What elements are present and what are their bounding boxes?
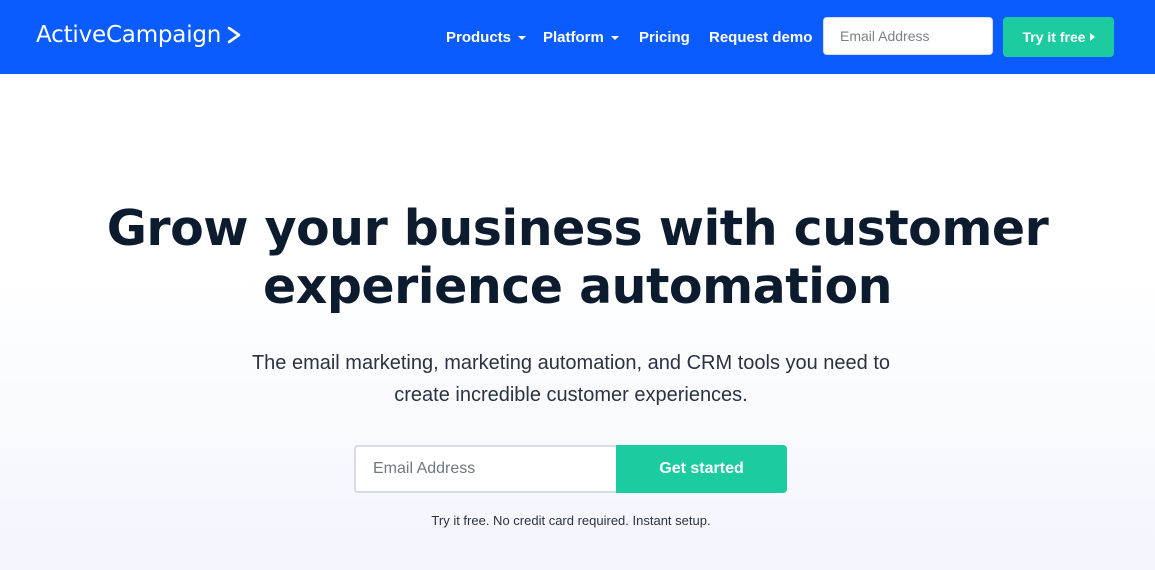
header-email-input[interactable] <box>823 17 993 55</box>
hero-subtext: The email marketing, marketing automatio… <box>0 347 1142 411</box>
top-navbar: ActiveCampaign Products Platform Pricing… <box>0 0 1155 74</box>
nav-platform-label: Platform <box>543 29 604 46</box>
try-it-free-button[interactable]: Try it free <box>1003 17 1114 57</box>
logo-text: ActiveCampaign <box>36 22 222 48</box>
get-started-label: Get started <box>659 460 744 477</box>
headline-line-1: Grow your business with customer <box>106 200 1049 257</box>
get-started-button[interactable]: Get started <box>616 445 787 493</box>
hero-email-input[interactable] <box>354 445 616 493</box>
logo[interactable]: ActiveCampaign <box>36 22 241 48</box>
hero-headline: Grow your business with customer experie… <box>0 200 1155 316</box>
subtext-line-1: The email marketing, marketing automatio… <box>251 352 891 374</box>
logo-chevron-icon <box>227 26 241 44</box>
try-it-free-label: Try it free <box>1022 29 1086 45</box>
chevron-down-icon <box>518 35 527 40</box>
subtext-line-2: create incredible customer experiences. <box>394 384 748 406</box>
nav-products[interactable]: Products <box>446 29 527 46</box>
hero-section: Grow your business with customer experie… <box>0 74 1155 570</box>
nav-pricing[interactable]: Pricing <box>639 29 690 46</box>
signup-note: Try it free. No credit card required. In… <box>431 513 711 528</box>
nav-platform[interactable]: Platform <box>543 29 619 46</box>
nav-products-label: Products <box>446 29 512 46</box>
nav-pricing-label: Pricing <box>639 29 690 46</box>
play-arrow-icon <box>1089 33 1095 41</box>
nav-request-demo[interactable]: Request demo <box>709 29 812 46</box>
nav-request-demo-label: Request demo <box>709 29 813 46</box>
headline-line-2: experience automation <box>263 258 893 315</box>
chevron-down-icon <box>610 35 619 40</box>
